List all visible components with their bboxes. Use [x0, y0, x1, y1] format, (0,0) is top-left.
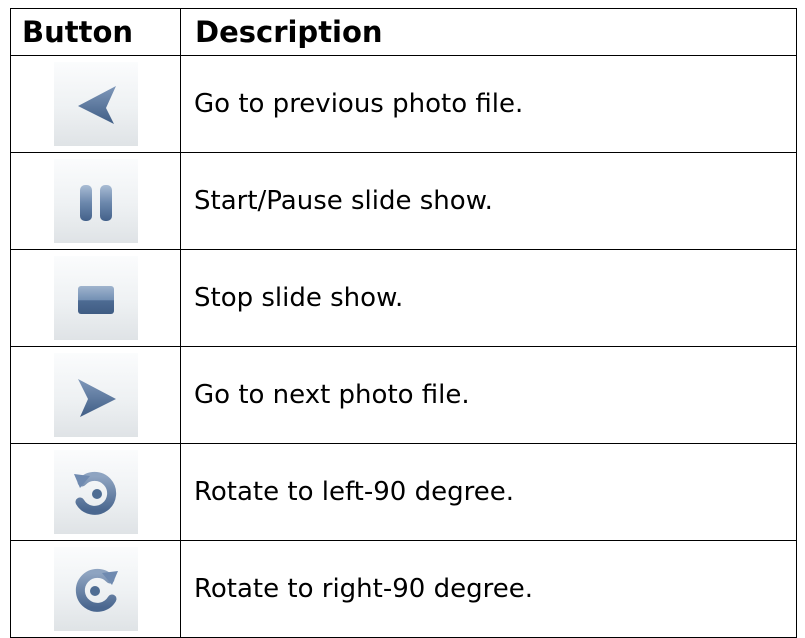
previous-button[interactable]	[53, 62, 138, 146]
pause-button[interactable]	[53, 159, 138, 243]
row-description: Stop slide show.	[180, 249, 797, 347]
button-cell	[10, 152, 181, 250]
row-description: Start/Pause slide show.	[180, 152, 797, 250]
table-row: Go to next photo file.	[10, 346, 797, 444]
header-button: Button	[10, 8, 181, 56]
stop-icon	[77, 286, 114, 314]
table-row: Rotate to right-90 degree.	[10, 540, 797, 638]
previous-arrow-icon	[77, 86, 116, 124]
table-row: Start/Pause slide show.	[10, 152, 797, 250]
next-button[interactable]	[53, 353, 138, 437]
row-description: Rotate to left-90 degree.	[180, 443, 797, 541]
stop-button[interactable]	[53, 256, 138, 340]
rotate-right-icon	[75, 568, 118, 612]
button-cell	[10, 249, 181, 347]
header-description: Description	[180, 8, 797, 56]
table-row: Go to previous photo file.	[10, 55, 797, 153]
button-cell	[10, 346, 181, 444]
pause-icon	[79, 185, 112, 221]
button-cell	[10, 55, 181, 153]
button-cell	[10, 540, 181, 638]
table-header-row: Button Description	[10, 8, 797, 56]
row-description: Go to previous photo file.	[180, 55, 797, 153]
button-cell	[10, 443, 181, 541]
button-description-table: Button Description Go to previous photo …	[10, 8, 797, 638]
rotate-right-button[interactable]	[53, 547, 138, 631]
table-row: Rotate to left-90 degree.	[10, 443, 797, 541]
table-row: Stop slide show.	[10, 249, 797, 347]
row-description: Rotate to right-90 degree.	[180, 540, 797, 638]
row-description: Go to next photo file.	[180, 346, 797, 444]
rotate-left-icon	[73, 471, 116, 515]
next-arrow-icon	[77, 379, 116, 417]
rotate-left-button[interactable]	[53, 450, 138, 534]
